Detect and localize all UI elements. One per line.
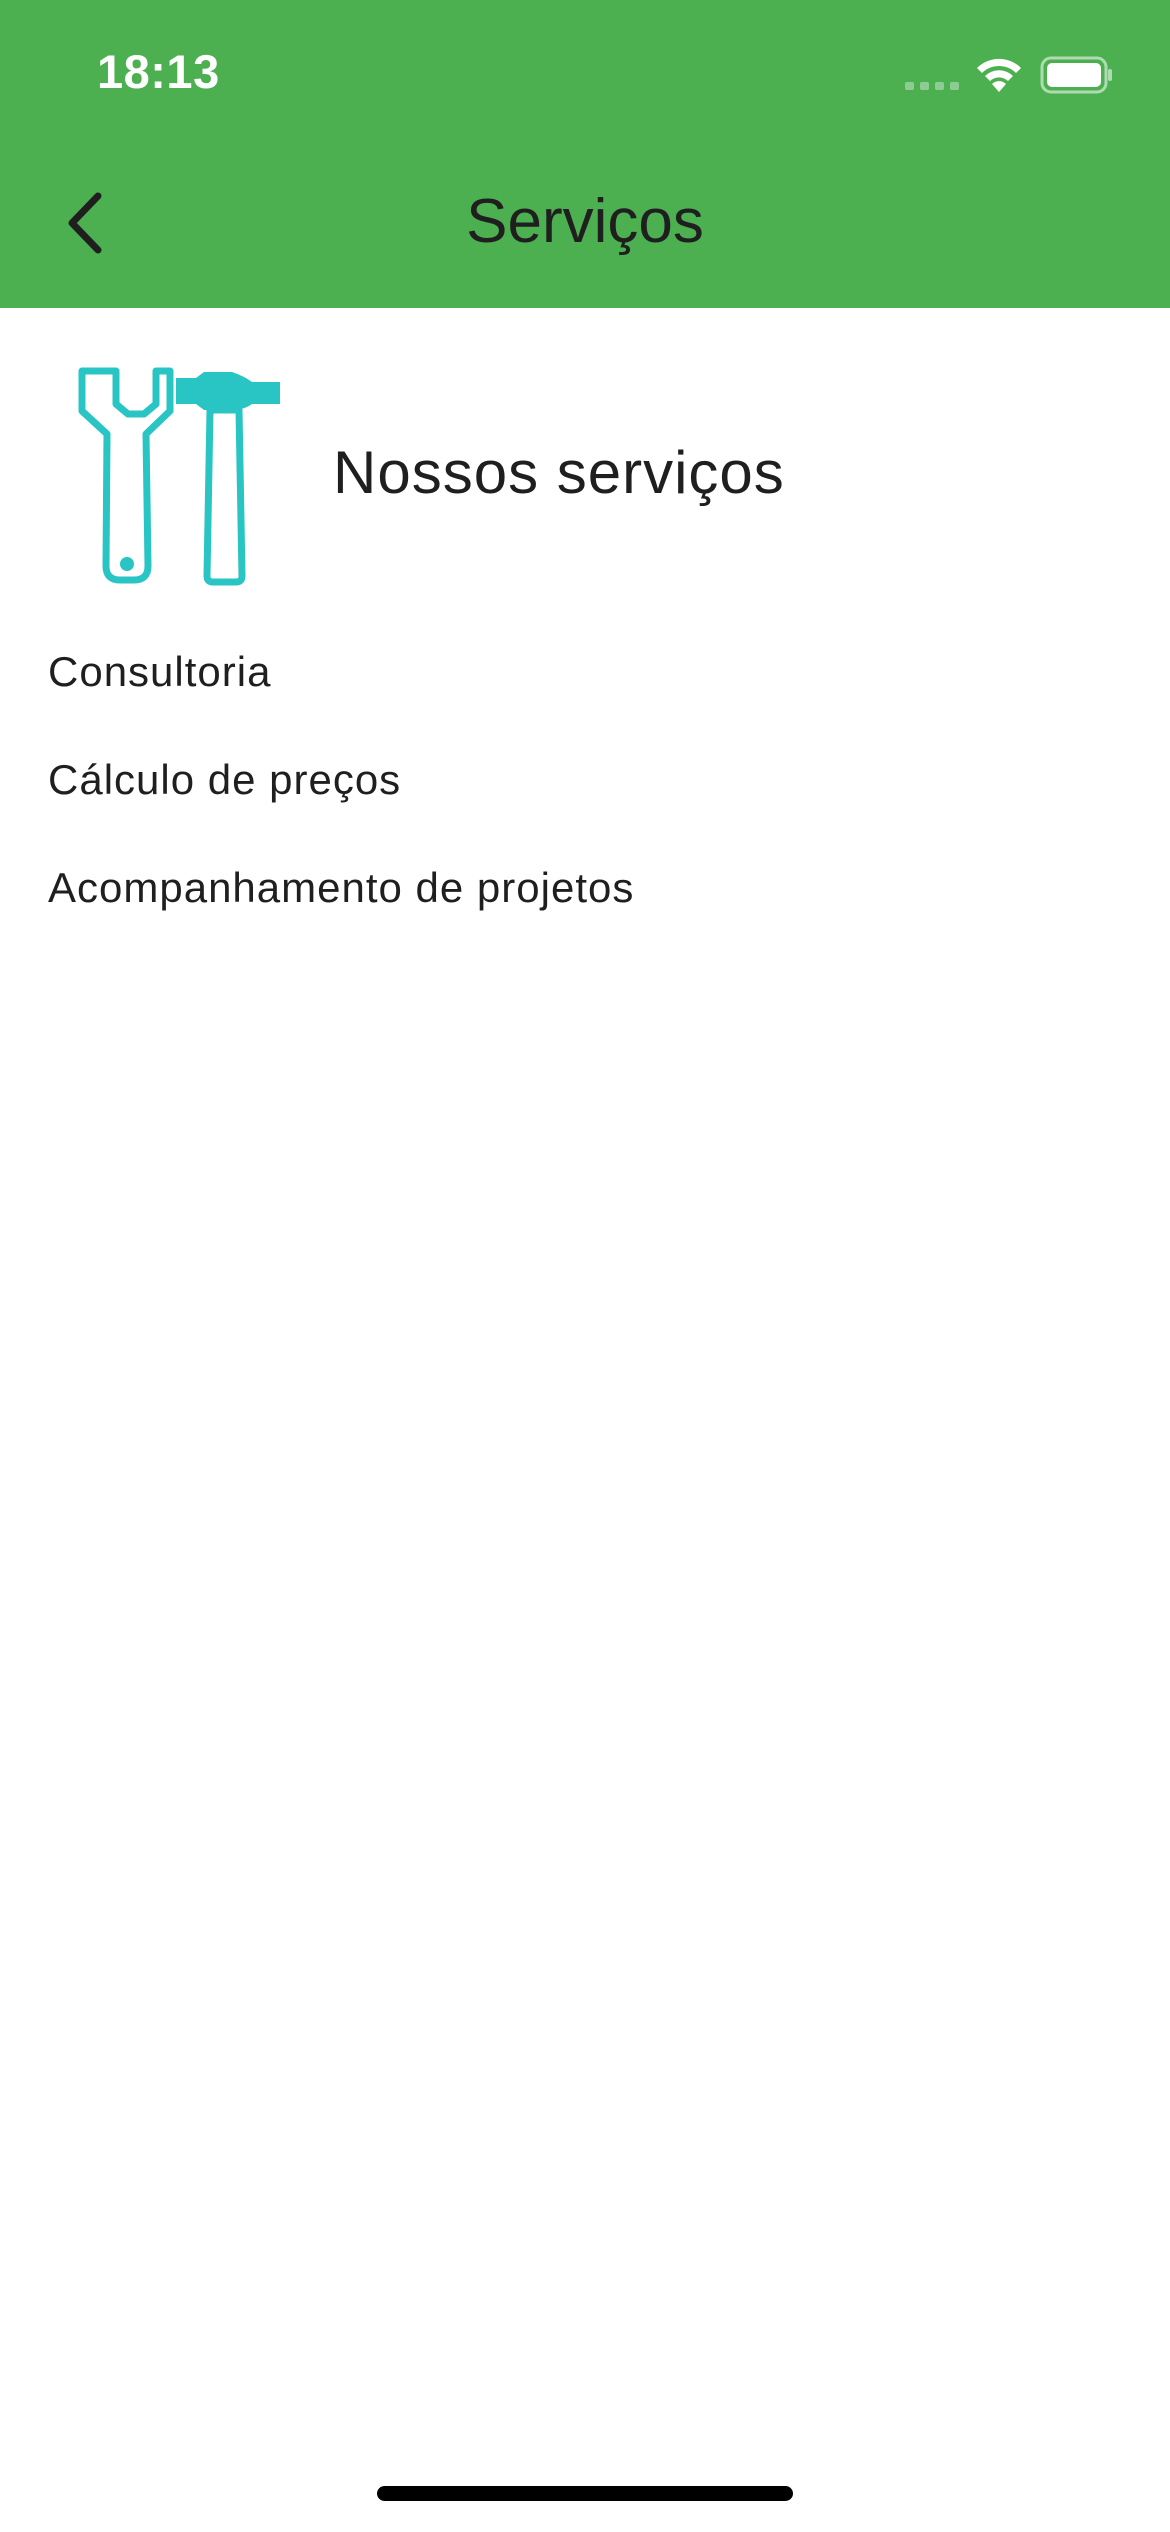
- service-item-consultoria[interactable]: Consultoria: [48, 648, 271, 696]
- wifi-icon: [977, 58, 1021, 92]
- home-indicator[interactable]: [377, 2486, 793, 2501]
- chevron-left-icon: [68, 192, 102, 254]
- cellular-signal-icon: [905, 82, 959, 90]
- status-time: 18:13: [97, 45, 220, 98]
- page-title: Serviços: [466, 187, 704, 256]
- tools-icon: [78, 367, 280, 586]
- service-item-acompanhamento-de-projetos[interactable]: Acompanhamento de projetos: [48, 864, 634, 912]
- app-header: 18:13 Serviços: [0, 0, 1170, 308]
- status-bar: 18:13: [0, 0, 1170, 140]
- section-title: Nossos serviços: [333, 439, 785, 506]
- services-intro: Nossos serviços: [0, 360, 1170, 590]
- back-button[interactable]: [40, 178, 130, 268]
- service-item-calculo-de-precos[interactable]: Cálculo de preços: [48, 756, 401, 804]
- battery-icon: [1040, 56, 1112, 94]
